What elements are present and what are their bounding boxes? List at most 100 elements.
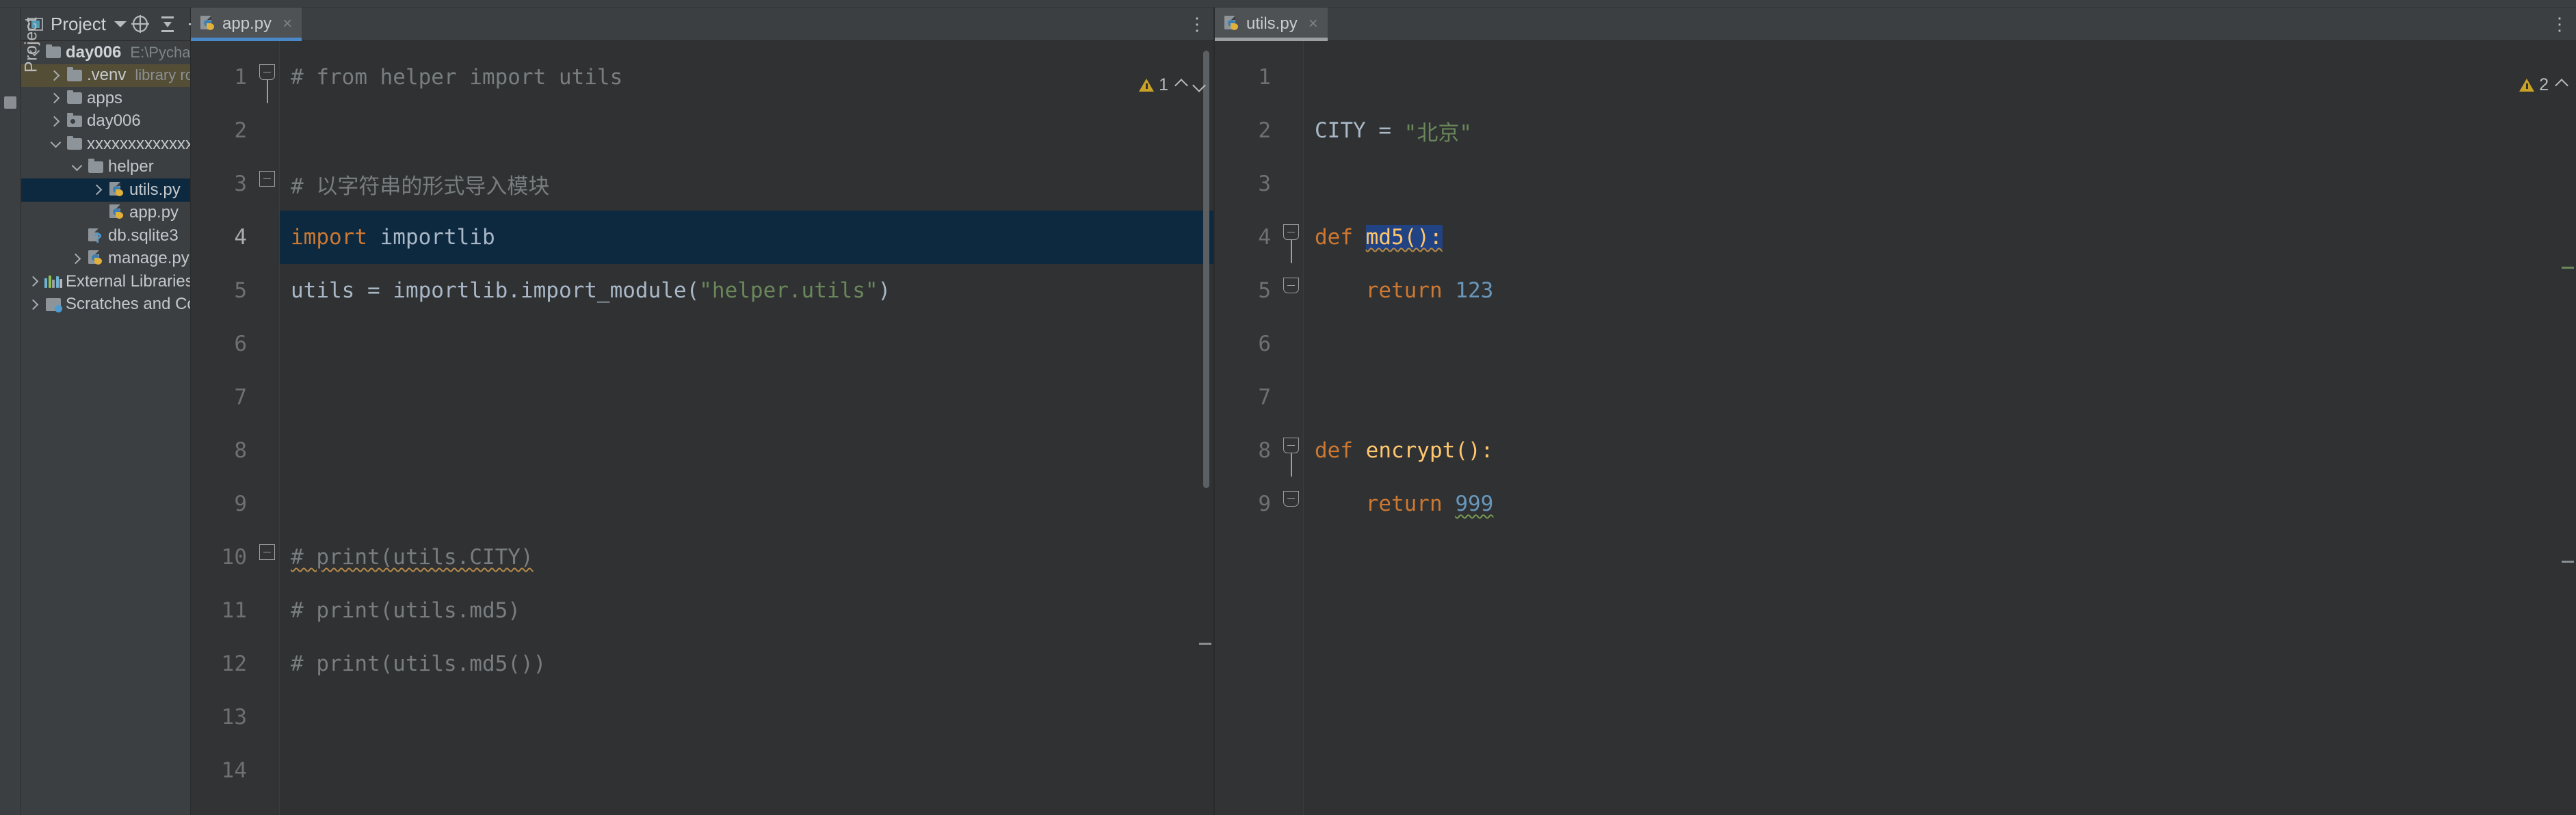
folder-icon [67, 67, 82, 81]
chevron-right-icon[interactable] [68, 248, 86, 271]
fold-collapse-icon[interactable] [259, 171, 275, 187]
tree-row[interactable]: .venv library root [21, 64, 190, 88]
code-line[interactable] [280, 797, 1213, 815]
previous-problem-icon[interactable] [1174, 78, 1188, 92]
code-line[interactable]: def md5(): [1304, 211, 2576, 264]
line-number: 15 [191, 797, 257, 815]
tree-row[interactable]: app.py [21, 202, 190, 225]
code-line[interactable] [280, 104, 1213, 157]
code-line[interactable]: return 999 [1304, 477, 2576, 531]
editor-options-button[interactable]: ⋮ [1182, 8, 1213, 40]
folder-icon [46, 44, 61, 59]
warning-badge-left[interactable]: 1 [1139, 75, 1168, 95]
project-tool-window: Project day006 E:\Pycha .venv library ro… [21, 8, 265, 815]
expand-all-button[interactable] [154, 10, 181, 38]
chevron-right-icon[interactable] [47, 64, 64, 88]
editor-options-button[interactable]: ⋮ [2545, 8, 2576, 40]
code-line[interactable]: # print(utils.md5()) [280, 637, 1213, 691]
code-folding-gutter-left[interactable] [257, 41, 280, 815]
tree-row[interactable]: ? db.sqlite3 [21, 224, 190, 248]
fold-collapse-icon[interactable] [259, 64, 275, 80]
collapse-inspection-icon[interactable] [2555, 78, 2568, 92]
tree-row[interactable]: manage.py [21, 248, 190, 271]
editor-body-left[interactable]: 123456789101112131415 # from helper impo… [191, 41, 1213, 815]
code-line[interactable] [280, 424, 1213, 477]
tree-row[interactable]: day006 [21, 110, 190, 133]
code-line[interactable]: # from helper import utils [280, 51, 1213, 104]
code-line[interactable]: return 123 [1304, 264, 2576, 317]
code-line[interactable]: # print(utils.CITY) [280, 531, 1213, 584]
tree-row[interactable]: day006 E:\PycharmProjects\day006 [21, 41, 190, 64]
code-token: return [1315, 278, 1456, 303]
code-line[interactable] [280, 371, 1213, 424]
chevron-down-icon[interactable] [114, 21, 127, 27]
tree-item-label: External Libraries [66, 271, 190, 291]
warning-badge-right[interactable]: 2 [2519, 75, 2549, 95]
code-line[interactable]: CITY = "北京" [1304, 104, 2576, 157]
tree-item-icon [43, 41, 64, 64]
chevron-right-icon[interactable] [89, 178, 107, 202]
tree-row[interactable]: helper [21, 156, 190, 179]
tree-row[interactable]: apps [21, 87, 190, 110]
fold-collapse-icon[interactable] [1283, 438, 1299, 453]
code-line[interactable] [280, 477, 1213, 531]
chevron-down-icon[interactable] [68, 156, 86, 179]
code-line[interactable]: def encrypt(): [1304, 424, 2576, 477]
tab-label: app.py [222, 14, 272, 33]
chevron-right-icon[interactable] [25, 270, 43, 293]
code-line[interactable]: import importlib [280, 211, 1213, 264]
tree-item-label: day006 [66, 42, 122, 62]
fold-collapse-icon[interactable] [259, 544, 275, 560]
code-line[interactable] [280, 691, 1213, 744]
code-line[interactable] [280, 317, 1213, 371]
code-content-left[interactable]: # from helper import utils # 以字符串的形式导入模块 i… [280, 41, 1213, 815]
fold-region-end-icon[interactable] [1283, 491, 1299, 507]
tab-app-py[interactable]: app.py × [191, 8, 302, 41]
line-number: 5 [1258, 278, 1271, 303]
code-folding-gutter-right[interactable] [1280, 41, 1304, 815]
tab-utils-py[interactable]: utils.py × [1215, 8, 1328, 41]
tree-row[interactable]: External Libraries [21, 270, 190, 293]
code-line[interactable]: utils = importlib.import_module("helper.… [280, 264, 1213, 317]
code-token: def [1315, 225, 1366, 250]
chevron-down-icon[interactable] [47, 133, 64, 156]
fold-slot [257, 584, 279, 637]
code-content-right[interactable]: CITY = "北京" def md5(): return 123 def encr… [1304, 41, 2576, 815]
code-token: 999 [1455, 492, 1494, 516]
code-line[interactable] [1304, 51, 2576, 104]
editor-scrollbar-thumb-left[interactable] [1203, 51, 1209, 488]
code-line[interactable]: # print(utils.md5) [280, 584, 1213, 637]
code-token: # print(utils.md5()) [291, 652, 547, 676]
code-token: "北京" [1404, 120, 1472, 146]
chevron-right-icon[interactable] [47, 87, 64, 110]
code-line[interactable] [1304, 371, 2576, 424]
tool-window-project-label[interactable]: Project [22, 4, 42, 86]
folder-icon [67, 135, 82, 150]
fold-slot [1280, 157, 1303, 211]
tree-row[interactable]: xxxxxxxxxxxxxx [21, 133, 190, 156]
next-problem-icon[interactable] [1192, 78, 1206, 92]
chevron-right-icon[interactable] [47, 110, 64, 133]
close-icon[interactable]: × [1309, 14, 1318, 34]
select-opened-file-button[interactable] [127, 10, 154, 38]
fold-region-end-icon[interactable] [1283, 278, 1299, 293]
tree-row[interactable]: utils.py [21, 178, 190, 202]
code-line[interactable] [280, 744, 1213, 797]
editor-body-right[interactable]: 123456789 CITY = "北京" def md5(): return 1… [1215, 41, 2576, 815]
code-line[interactable] [1304, 157, 2576, 211]
code-line[interactable]: # 以字符串的形式导入模块 [280, 157, 1213, 211]
tree-row[interactable]: Scratches and Consoles [21, 293, 190, 317]
structure-tool-icon[interactable] [4, 96, 16, 109]
chevron-right-icon[interactable] [25, 293, 43, 317]
tree-item-icon [64, 64, 85, 88]
line-number: 3 [234, 172, 247, 196]
code-token: return [1315, 492, 1456, 516]
project-tree[interactable]: day006 E:\PycharmProjects\day006.venv libr… [21, 41, 190, 815]
fold-collapse-icon[interactable] [1283, 224, 1299, 240]
fold-slot [257, 104, 279, 157]
code-line[interactable] [1304, 317, 2576, 371]
scrollbar-marker [2562, 267, 2574, 269]
code-token: importlib [367, 225, 495, 250]
close-icon[interactable]: × [282, 14, 292, 34]
